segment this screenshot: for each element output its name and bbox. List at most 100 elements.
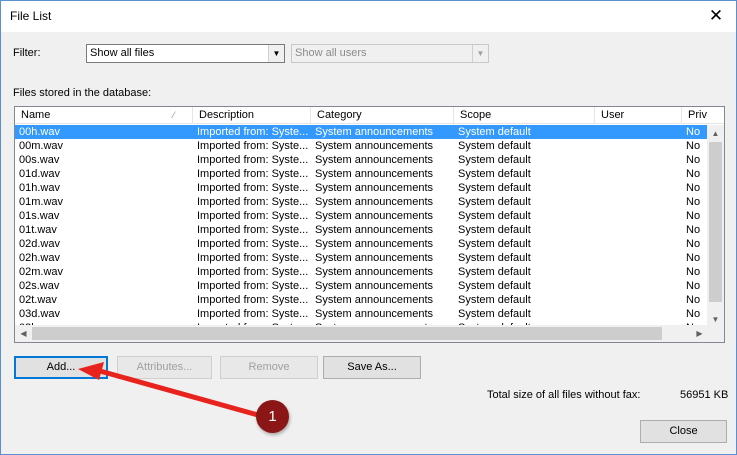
cell-category: System announcements (315, 126, 434, 138)
table-row[interactable]: 00h.wav Imported from: Syste... System ann… (15, 125, 708, 139)
table-row[interactable]: 03d.wav Imported from: Syste... System ann… (15, 307, 708, 321)
cell-user (595, 125, 682, 139)
user-filter-select-value: Show all users (295, 47, 367, 59)
cell-private: No (686, 238, 701, 250)
cell-name: 02d.wav (19, 238, 60, 250)
column-header-private[interactable]: Priv (682, 107, 724, 124)
close-button[interactable]: Close (640, 420, 727, 443)
table-row[interactable]: 01h.wav Imported from: Syste... System ann… (15, 181, 708, 195)
column-header-name[interactable]: Name (15, 107, 193, 124)
column-header-scope[interactable]: Scope (454, 107, 595, 124)
scroll-up-icon[interactable]: ▲ (707, 125, 724, 142)
horizontal-scroll-thumb[interactable] (32, 327, 662, 340)
chevron-down-icon[interactable]: ▼ (268, 45, 284, 62)
vertical-scroll-thumb[interactable] (709, 142, 722, 302)
table-header: Name Description Category Scope User Priv ⁄ (15, 107, 724, 124)
cell-user (595, 209, 682, 223)
cell-private: No (686, 140, 701, 152)
vertical-scrollbar[interactable]: ▲ ▼ (707, 125, 724, 328)
table-row[interactable]: 02s.wav Imported from: Syste... System ann… (15, 279, 708, 293)
cell-description: Imported from: Syste... (197, 196, 309, 208)
cell-description: Imported from: Syste... (197, 238, 309, 250)
cell-name: 00h.wav (19, 126, 60, 138)
cell-category: System announcements (315, 280, 434, 292)
scroll-left-icon[interactable]: ◀ (15, 325, 32, 342)
cell-private: No (686, 126, 701, 138)
column-header-description[interactable]: Description (193, 107, 311, 124)
cell-private: No (686, 224, 701, 236)
table-row[interactable]: 01d.wav Imported from: Syste... System ann… (15, 167, 708, 181)
add-button[interactable]: Add... (14, 356, 108, 379)
title-bar: File List ✕ (1, 1, 736, 32)
cell-name: 02t.wav (19, 294, 57, 306)
cell-scope: System default (458, 252, 531, 264)
table-row[interactable]: 00s.wav Imported from: Syste... System ann… (15, 153, 708, 167)
horizontal-scrollbar[interactable]: ◀ ▶ (15, 325, 708, 342)
table-row[interactable]: 01m.wav Imported from: Syste... System ann… (15, 195, 708, 209)
filter-select[interactable]: Show all files ▼ (86, 44, 285, 63)
table-row[interactable]: 02h.wav Imported from: Syste... System ann… (15, 251, 708, 265)
cell-category: System announcements (315, 294, 434, 306)
scroll-right-icon[interactable]: ▶ (691, 325, 708, 342)
table-row[interactable]: 01t.wav Imported from: Syste... System ann… (15, 223, 708, 237)
cell-description: Imported from: Syste... (197, 182, 309, 194)
column-header-user[interactable]: User (595, 107, 682, 124)
table-body: 00h.wav Imported from: Syste... System ann… (15, 125, 708, 328)
cell-category: System announcements (315, 154, 434, 166)
cell-scope: System default (458, 140, 531, 152)
cell-private: No (686, 210, 701, 222)
cell-description: Imported from: Syste... (197, 224, 309, 236)
remove-button: Remove (220, 356, 318, 379)
cell-description: Imported from: Syste... (197, 280, 309, 292)
table-row[interactable]: 00m.wav Imported from: Syste... System ann… (15, 139, 708, 153)
cell-scope: System default (458, 182, 531, 194)
cell-description: Imported from: Syste... (197, 252, 309, 264)
save-as-button[interactable]: Save As... (323, 356, 421, 379)
cell-name: 00m.wav (19, 140, 64, 152)
cell-description: Imported from: Syste... (197, 266, 309, 278)
window-title: File List (10, 9, 52, 23)
cell-scope: System default (458, 294, 531, 306)
annotation-step-badge: 1 (256, 400, 289, 433)
cell-scope: System default (458, 126, 531, 138)
files-table[interactable]: Name Description Category Scope User Priv ⁄ 00… (14, 106, 725, 343)
cell-name: 01s.wav (19, 210, 60, 222)
user-filter-select: Show all users ▼ (291, 44, 489, 63)
cell-scope: System default (458, 308, 531, 320)
cell-description: Imported from: Syste... (197, 154, 309, 166)
total-size-label: Total size of all files without fax: (487, 389, 641, 401)
cell-scope: System default (458, 210, 531, 222)
cell-name: 02s.wav (19, 280, 60, 292)
cell-user (595, 153, 682, 167)
table-row[interactable]: 02m.wav Imported from: Syste... System ann… (15, 265, 708, 279)
table-row[interactable]: 02t.wav Imported from: Syste... System ann… (15, 293, 708, 307)
cell-category: System announcements (315, 196, 434, 208)
filter-label: Filter: (13, 47, 41, 59)
chevron-down-icon: ▼ (472, 45, 488, 62)
cell-user (595, 195, 682, 209)
table-row[interactable]: 02d.wav Imported from: Syste... System ann… (15, 237, 708, 251)
cell-name: 03d.wav (19, 308, 60, 320)
cell-description: Imported from: Syste... (197, 140, 309, 152)
total-size-value: 56951 KB (680, 389, 729, 401)
file-list-dialog: File List ✕ Filter: Show all files ▼ Sho… (0, 0, 737, 455)
cell-category: System announcements (315, 266, 434, 278)
cell-description: Imported from: Syste... (197, 126, 309, 138)
cell-category: System announcements (315, 140, 434, 152)
cell-private: No (686, 308, 701, 320)
column-header-category[interactable]: Category (311, 107, 454, 124)
cell-scope: System default (458, 280, 531, 292)
attributes-button: Attributes... (117, 356, 212, 379)
cell-private: No (686, 280, 701, 292)
cell-user (595, 279, 682, 293)
cell-user (595, 265, 682, 279)
cell-category: System announcements (315, 238, 434, 250)
cell-description: Imported from: Syste... (197, 294, 309, 306)
cell-private: No (686, 182, 701, 194)
cell-description: Imported from: Syste... (197, 308, 309, 320)
cell-name: 01t.wav (19, 224, 57, 236)
table-row[interactable]: 01s.wav Imported from: Syste... System ann… (15, 209, 708, 223)
cell-user (595, 293, 682, 307)
cell-user (595, 251, 682, 265)
close-icon[interactable]: ✕ (706, 6, 726, 26)
